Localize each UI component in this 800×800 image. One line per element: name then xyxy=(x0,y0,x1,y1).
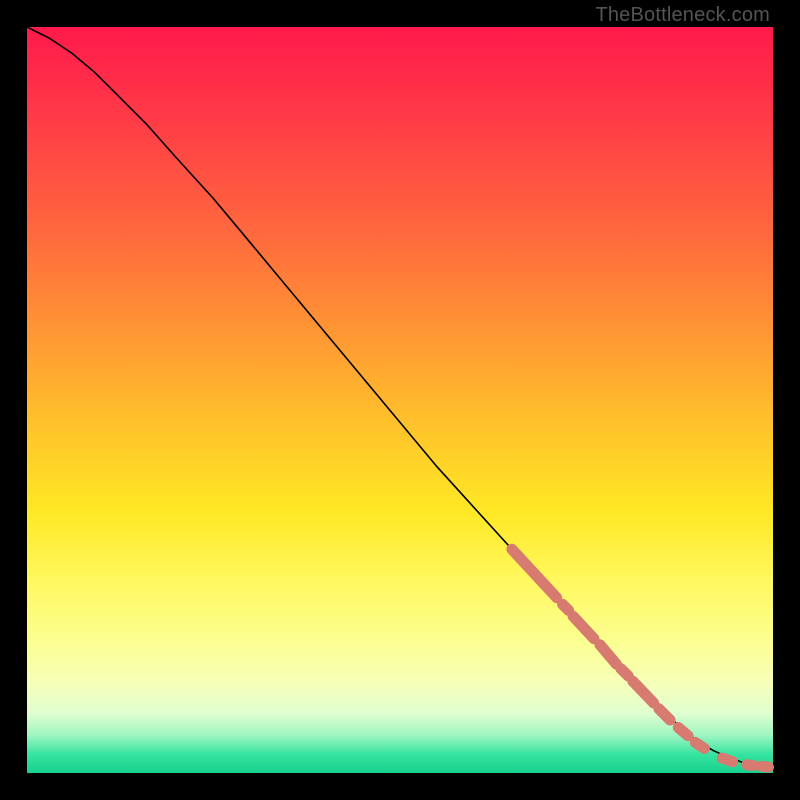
highlight-segment xyxy=(722,758,732,762)
highlight-segment xyxy=(678,728,688,736)
highlight-segment xyxy=(761,766,768,767)
highlight-segment xyxy=(600,645,616,664)
chart-svg xyxy=(27,27,773,773)
highlight-segment xyxy=(563,604,569,610)
highlight-markers xyxy=(512,549,769,767)
chart-frame: TheBottleneck.com xyxy=(0,0,800,800)
highlight-segment xyxy=(633,681,654,703)
highlight-segment xyxy=(573,616,594,638)
highlight-segment xyxy=(512,549,557,598)
highlight-segment xyxy=(621,669,629,676)
plot-area xyxy=(27,27,773,773)
curve-line xyxy=(27,27,773,767)
highlight-segment xyxy=(659,709,670,720)
highlight-segment xyxy=(695,742,704,748)
highlight-segment xyxy=(747,765,753,766)
watermark-text: TheBottleneck.com xyxy=(595,4,770,27)
